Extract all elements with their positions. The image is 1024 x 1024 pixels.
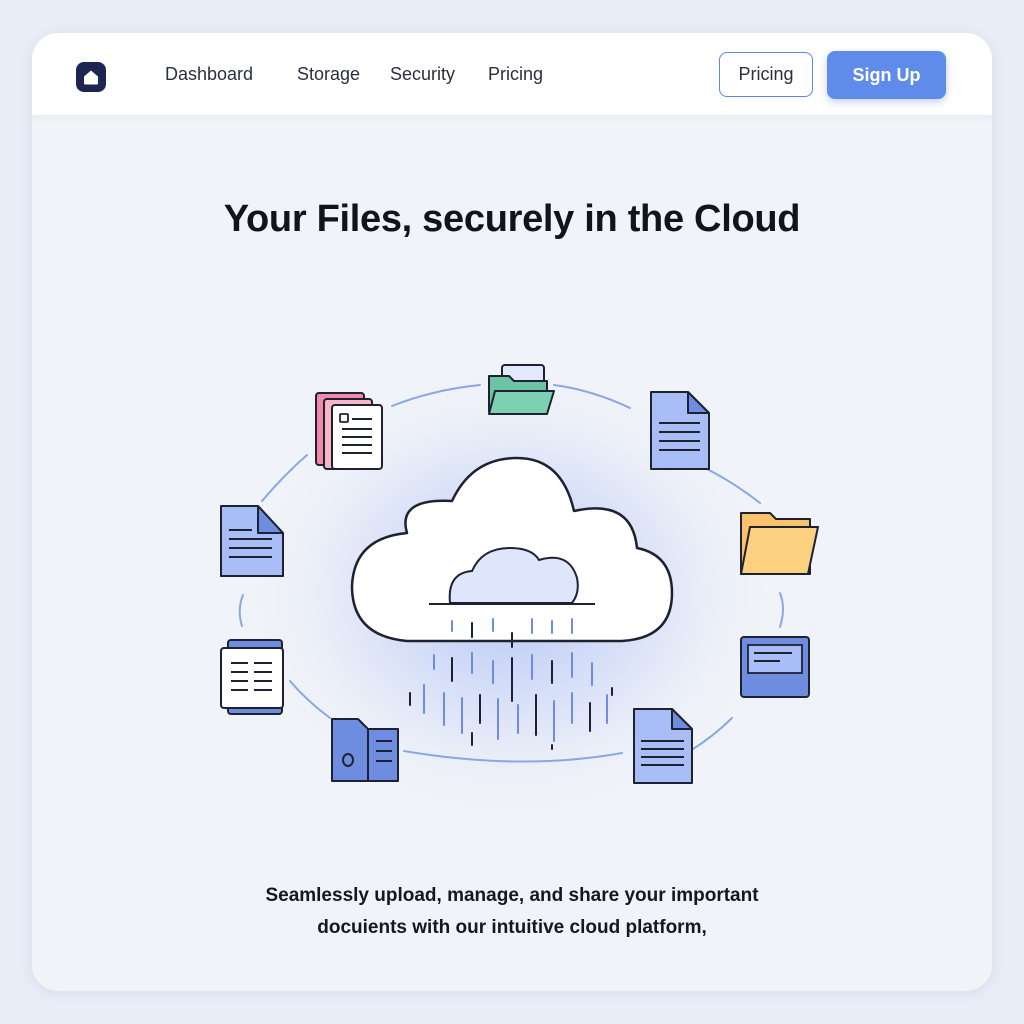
document-list-icon (220, 639, 284, 715)
file-cabinet-icon (331, 718, 399, 782)
window-icon (740, 636, 810, 698)
app-window: Dashboard Storage Security Pricing Prici… (32, 33, 992, 991)
hero-subtitle-line-2: docuients with our intuitive cloud platf… (317, 917, 707, 938)
document-icon (650, 391, 710, 470)
cloud-illustration (220, 363, 819, 823)
document-stack-icon (315, 392, 383, 470)
folder-yellow-icon (740, 512, 819, 575)
hero-subtitle: Seamlessly upload, manage, and share you… (32, 880, 992, 944)
hero-subtitle-line-1: Seamlessly upload, manage, and share you… (265, 885, 759, 906)
document-icon (633, 708, 693, 784)
